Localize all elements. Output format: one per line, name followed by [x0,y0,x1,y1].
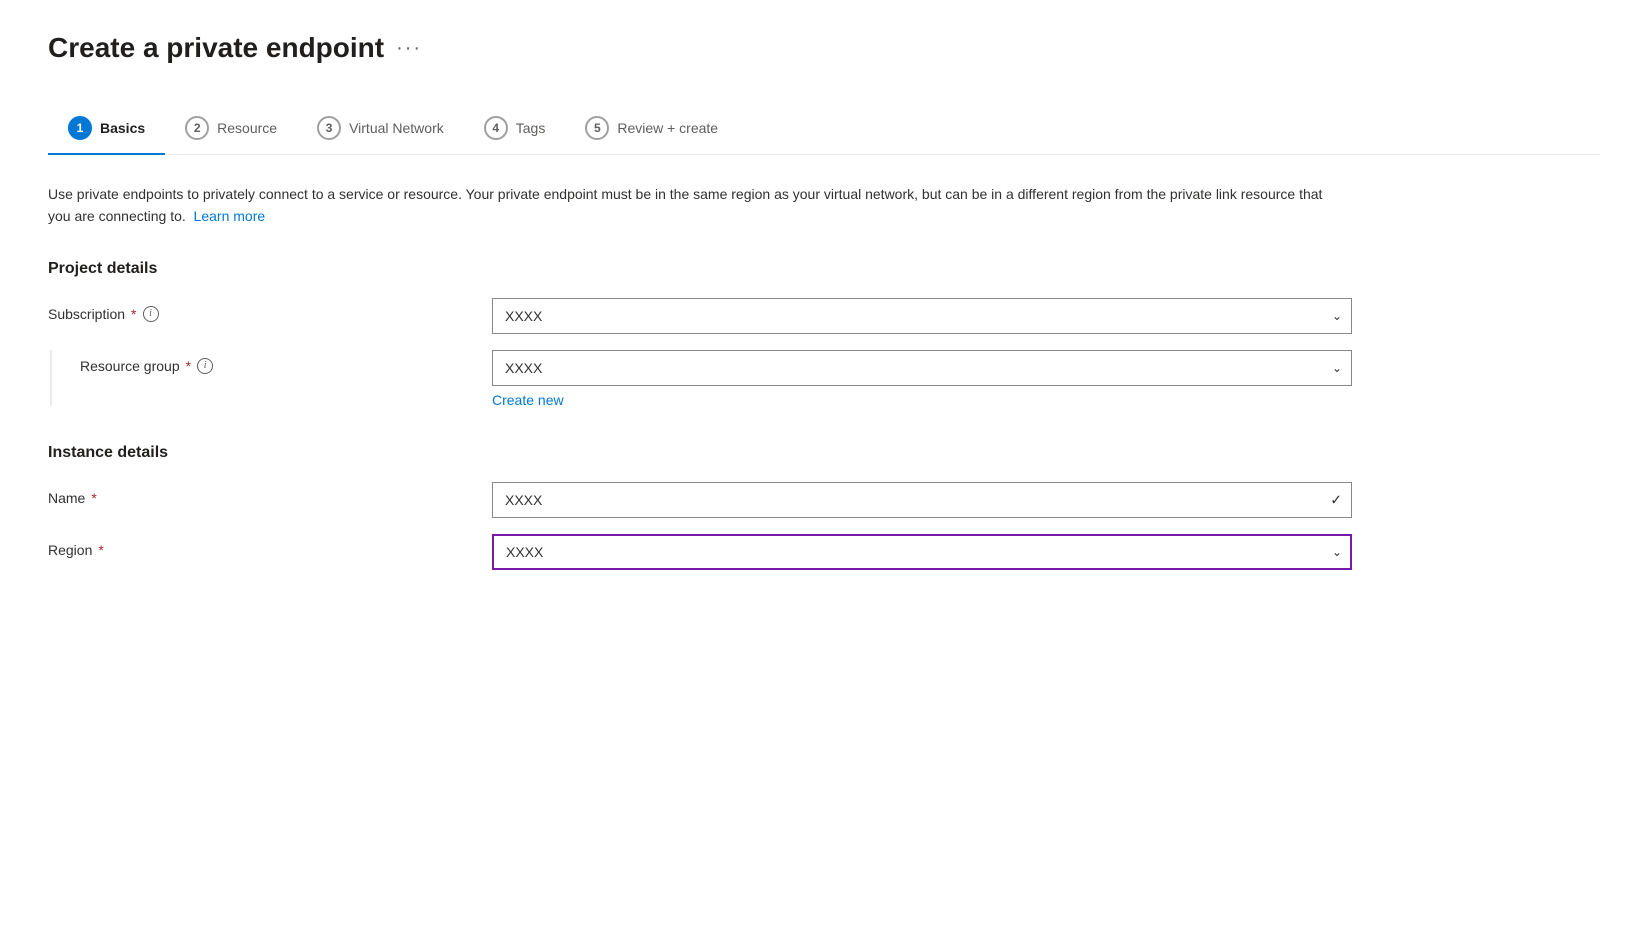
tab-virtual-network[interactable]: 3 Virtual Network [297,104,464,154]
tab-circle-2: 2 [185,116,209,140]
resource-group-control: XXXX ⌄ Create new [492,350,1352,408]
subscription-required: * [131,306,136,322]
page-header: Create a private endpoint ··· [48,32,1600,64]
page-title: Create a private endpoint [48,32,384,64]
tab-label-review-create: Review + create [617,120,718,136]
name-label-container: Name * [48,482,468,506]
region-required: * [98,542,103,558]
tab-circle-1: 1 [68,116,92,140]
subscription-dropdown-wrapper: XXXX ⌄ [492,298,1352,334]
name-row: Name * XXXX ✓ [48,482,1600,518]
name-required: * [91,490,96,506]
tab-label-resource: Resource [217,120,277,136]
region-control: XXXX ⌄ [492,534,1352,570]
description-text: Use private endpoints to privately conne… [48,183,1348,228]
resource-group-dropdown-wrapper: XXXX ⌄ [492,350,1352,386]
learn-more-link[interactable]: Learn more [194,208,266,224]
tab-circle-3: 3 [317,116,341,140]
project-details-section: Project details Subscription * i XXXX ⌄ … [48,260,1600,408]
name-label: Name [48,490,85,506]
tab-label-virtual-network: Virtual Network [349,120,444,136]
tab-label-tags: Tags [516,120,546,136]
tab-label-basics: Basics [100,120,145,136]
tab-review-create[interactable]: 5 Review + create [565,104,738,154]
subscription-info-icon[interactable]: i [143,306,159,322]
wizard-tabs: 1 Basics 2 Resource 3 Virtual Network 4 … [48,104,1600,155]
name-dropdown[interactable]: XXXX [492,482,1352,518]
resource-group-label-area: Resource group * i [48,350,468,406]
tab-circle-5: 5 [585,116,609,140]
region-label-container: Region * [48,534,468,558]
name-control: XXXX ✓ [492,482,1352,518]
tab-circle-4: 4 [484,116,508,140]
resource-group-label: Resource group [80,358,180,374]
name-input-wrapper: XXXX ✓ [492,482,1352,518]
region-dropdown[interactable]: XXXX [492,534,1352,570]
subscription-label: Subscription [48,306,125,322]
region-dropdown-wrapper: XXXX ⌄ [492,534,1352,570]
resource-group-info-icon[interactable]: i [197,358,213,374]
instance-details-section: Instance details Name * XXXX ✓ Region * … [48,444,1600,570]
project-details-title: Project details [48,260,1600,278]
region-row: Region * XXXX ⌄ [48,534,1600,570]
instance-details-title: Instance details [48,444,1600,462]
resource-group-label-container: Resource group * i [52,350,213,374]
resource-group-required: * [186,358,191,374]
more-options-icon[interactable]: ··· [396,37,422,60]
region-label: Region [48,542,92,558]
resource-group-section: Resource group * i XXXX ⌄ Create new [48,350,1600,408]
tab-tags[interactable]: 4 Tags [464,104,566,154]
subscription-row: Subscription * i XXXX ⌄ [48,298,1600,334]
subscription-label-container: Subscription * i [48,298,468,322]
resource-group-dropdown[interactable]: XXXX [492,350,1352,386]
subscription-control: XXXX ⌄ [492,298,1352,334]
subscription-dropdown[interactable]: XXXX [492,298,1352,334]
create-new-link[interactable]: Create new [492,392,564,408]
tab-resource[interactable]: 2 Resource [165,104,297,154]
tab-basics[interactable]: 1 Basics [48,104,165,154]
